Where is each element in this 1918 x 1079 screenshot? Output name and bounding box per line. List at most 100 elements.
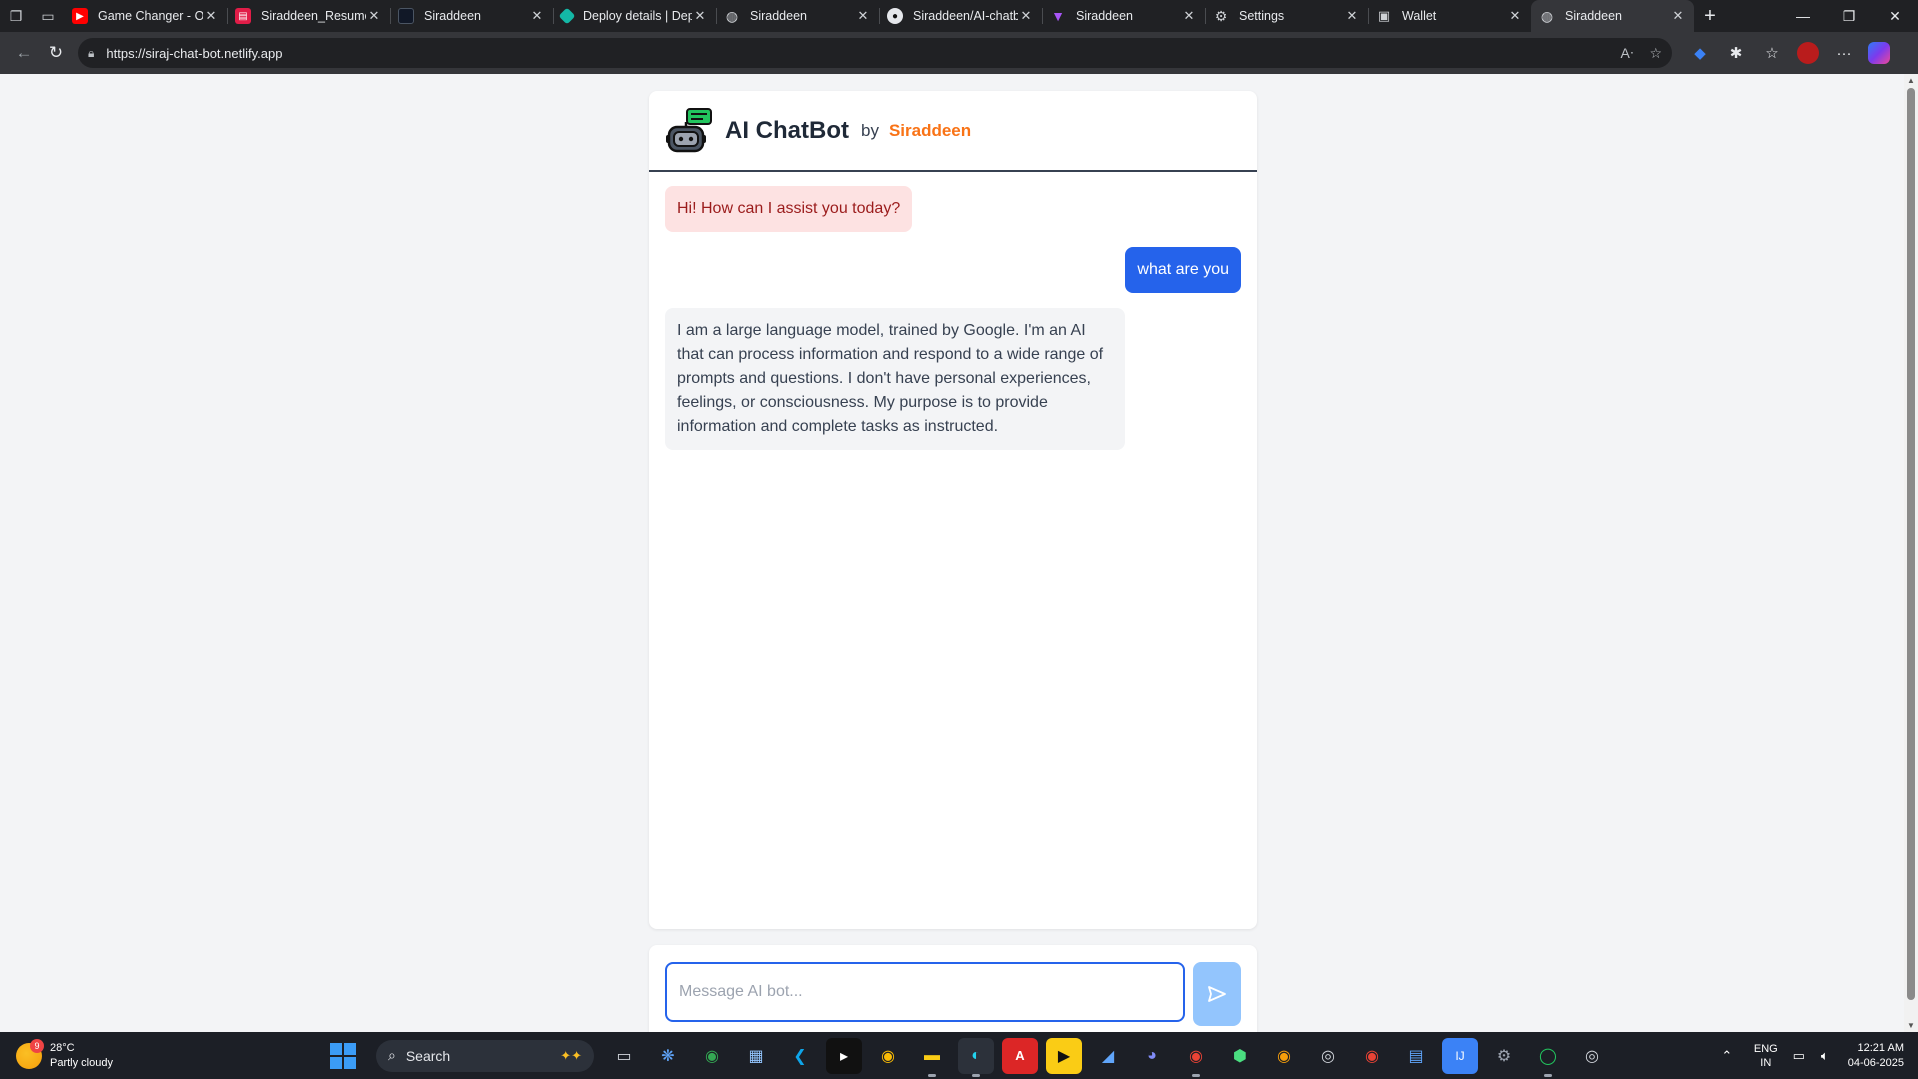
browser-tab-bar: ❐ ▭ ▶ Game Changer - Official ✕ ▤ Siradd… [0, 0, 1918, 32]
weather-widget[interactable]: 9 28°C Partly cloudy [0, 1038, 320, 1071]
chrome-icon[interactable]: ◉ [694, 1038, 730, 1074]
photos-icon[interactable]: ▦ [738, 1038, 774, 1074]
task-view-icon[interactable]: ▭ [606, 1038, 642, 1074]
tab-title: Deploy details | Deploys [583, 9, 692, 23]
weather-temp: 28°C [50, 1041, 75, 1054]
tab-siraddeen-2[interactable]: ◍ Siraddeen ✕ [716, 0, 879, 32]
url-text[interactable]: https://siraj-chat-bot.netlify.app [106, 46, 1604, 61]
favorite-star-icon[interactable]: ☆ [1649, 45, 1662, 62]
scroll-down-icon[interactable]: ▼ [1904, 1021, 1918, 1030]
back-button[interactable]: ← [8, 37, 40, 69]
close-tab-icon[interactable]: ✕ [203, 8, 219, 24]
chat-header: AI ChatBot by Siraddeen [649, 91, 1257, 172]
taskbar-search[interactable]: ⌕ Search ✦✦ [376, 1039, 594, 1072]
copilot-icon[interactable]: ❋ [650, 1038, 686, 1074]
tab-title: Siraddeen [1565, 9, 1622, 23]
extension-icon[interactable]: ◆ [1682, 37, 1718, 69]
network-icon[interactable]: ▭ [1786, 1048, 1812, 1064]
message-input[interactable] [665, 962, 1185, 1022]
extensions-puzzle-icon[interactable]: ✱ [1718, 37, 1754, 69]
notepad-icon[interactable]: ▤ [1398, 1038, 1434, 1074]
chrome-icon[interactable]: ◉ [870, 1038, 906, 1074]
author-name: Siraddeen [888, 120, 972, 140]
language-indicator[interactable]: ENG IN [1754, 1042, 1778, 1070]
sql-icon[interactable]: ◢ [1090, 1038, 1126, 1074]
favorites-icon[interactable]: ☆ [1754, 37, 1790, 69]
terminal-icon[interactable]: ▸ [826, 1037, 862, 1074]
tab-strip: ▶ Game Changer - Official ✕ ▤ Siraddeen_… [64, 0, 1694, 32]
page-scrollbar[interactable]: ▲ ▼ [1904, 74, 1918, 1032]
vscode-icon[interactable]: ❮ [782, 1038, 818, 1074]
clock[interactable]: 12:21 AM 04-06-2025 [1848, 1041, 1904, 1071]
youtube-icon: ▶ [72, 8, 88, 24]
tab-siraddeen-1[interactable]: Siraddeen ✕ [390, 0, 553, 32]
lang-line1: ENG [1753, 1042, 1778, 1055]
user-message-row: what are you [665, 247, 1241, 308]
close-tab-icon[interactable]: ✕ [366, 8, 382, 24]
node-icon[interactable]: ⬢ [1222, 1038, 1258, 1074]
close-tab-icon[interactable]: ✕ [1507, 8, 1523, 24]
globe-icon: ◍ [725, 7, 739, 24]
new-tab-button[interactable]: + [1694, 5, 1726, 28]
lock-icon[interactable]: 🔒︎ [88, 46, 94, 61]
file-explorer-icon[interactable]: ▬ [914, 1038, 950, 1077]
close-window-icon[interactable]: ✕ [1872, 0, 1918, 32]
tab-deploy-details[interactable]: Deploy details | Deploys ✕ [553, 0, 716, 32]
player-icon[interactable]: ▶ [1046, 1037, 1082, 1074]
netlify-icon [558, 7, 576, 25]
minimize-icon[interactable]: — [1780, 0, 1826, 32]
window-controls: — ❐ ✕ [1780, 0, 1918, 32]
tab-siraddeen-active[interactable]: ◍ Siraddeen ✕ [1531, 0, 1694, 32]
profile-avatar[interactable] [1797, 42, 1819, 64]
settings-icon[interactable]: ⚙ [1486, 1038, 1522, 1074]
chrome-icon[interactable]: ◉ [1266, 1038, 1302, 1074]
close-tab-icon[interactable]: ✕ [1018, 8, 1034, 24]
address-bar[interactable]: 🔒︎ https://siraj-chat-bot.netlify.app Aᐧ… [78, 38, 1672, 68]
chrome-icon[interactable]: ◉ [1178, 1038, 1214, 1077]
page-icon [398, 8, 414, 24]
chevron-up-icon[interactable]: ⌃ [1714, 1048, 1740, 1064]
send-button[interactable] [1193, 962, 1241, 1026]
refresh-button[interactable]: ↻ [40, 37, 72, 69]
discord-icon[interactable]: ◕ [1134, 1038, 1170, 1074]
tab-github[interactable]: ● Siraddeen/AI-chatbot ✕ [879, 0, 1042, 32]
acrobat-icon[interactable]: A [1002, 1037, 1038, 1074]
tab-title: Siraddeen/AI-chatbot [913, 9, 1018, 23]
intellij-icon[interactable]: IJ [1442, 1037, 1478, 1074]
robot-chat-icon [666, 107, 712, 152]
tab-wallet[interactable]: ▣ Wallet ✕ [1368, 0, 1531, 32]
user-message: what are you [1125, 247, 1241, 293]
more-menu-icon[interactable]: ··· [1826, 37, 1862, 69]
tab-title: Siraddeen_Resume [261, 9, 366, 23]
tab-title: Siraddeen [750, 9, 807, 23]
close-tab-icon[interactable]: ✕ [692, 8, 708, 24]
tab-resume[interactable]: ▤ Siraddeen_Resume ✕ [227, 0, 390, 32]
tab-game-changer[interactable]: ▶ Game Changer - Official ✕ [64, 0, 227, 32]
close-tab-icon[interactable]: ✕ [1344, 8, 1360, 24]
scrollbar-thumb[interactable] [1907, 88, 1915, 1000]
taskbar-apps: ▭ ❋ ◉ ▦ ❮ ▸ ◉ ▬ ◐ A ▶ ◢ ◕ ◉ ⬢ ◉ ◎ ◉ ▤ IJ… [602, 1037, 1614, 1077]
whatsapp-icon[interactable]: ◯ [1530, 1038, 1566, 1077]
tab-title: Siraddeen [1076, 9, 1133, 23]
tab-settings[interactable]: ⚙ Settings ✕ [1205, 0, 1368, 32]
tab-actions-icon[interactable]: ▭ [32, 0, 64, 32]
start-button[interactable] [330, 1042, 356, 1069]
close-tab-icon[interactable]: ✕ [855, 8, 871, 24]
close-tab-icon[interactable]: ✕ [1181, 8, 1197, 24]
copilot-icon[interactable] [1868, 42, 1890, 64]
by-label: by [860, 120, 879, 140]
restore-icon[interactable]: ❐ [1826, 0, 1872, 32]
edge-icon[interactable]: ◐ [958, 1037, 994, 1077]
gear-icon: ⚙ [1214, 7, 1228, 24]
workspaces-icon[interactable]: ❐ [0, 0, 32, 32]
browser-toolbar: ← ↻ 🔒︎ https://siraj-chat-bot.netlify.ap… [0, 32, 1918, 74]
close-tab-icon[interactable]: ✕ [1670, 8, 1686, 24]
app-icon[interactable]: ◎ [1574, 1038, 1610, 1074]
obs-icon[interactable]: ◎ [1310, 1038, 1346, 1074]
tab-siraddeen-3[interactable]: ▼ Siraddeen ✕ [1042, 0, 1205, 32]
scroll-up-icon[interactable]: ▲ [1904, 76, 1918, 85]
volume-icon[interactable]: 🔈︎ [1812, 1048, 1838, 1064]
read-aloud-icon[interactable]: Aᐧ [1621, 45, 1634, 62]
chrome-icon[interactable]: ◉ [1354, 1038, 1390, 1074]
close-tab-icon[interactable]: ✕ [529, 8, 545, 24]
